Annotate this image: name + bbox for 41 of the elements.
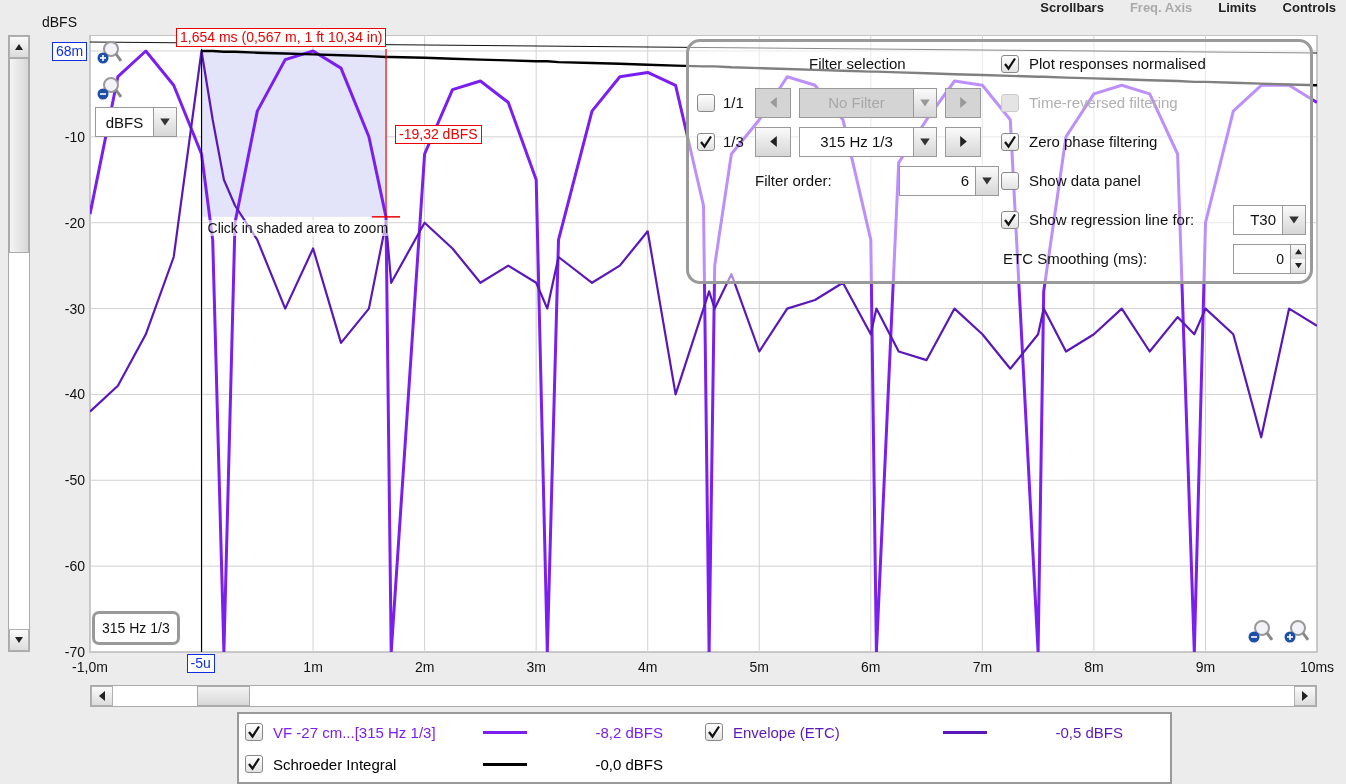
level-readout: -19,32 dBFS xyxy=(395,125,482,145)
cursor-level-readout: 68m xyxy=(52,42,88,62)
option-label: Show data panel xyxy=(1029,172,1141,190)
legend-value: -0,5 dBFS xyxy=(1054,723,1123,741)
axis-tick-label: 3m xyxy=(526,659,546,676)
field-label: Filter order: xyxy=(755,172,832,190)
axis-tick-label: 9m xyxy=(1195,659,1216,676)
legend-value: -8,2 dBFS xyxy=(594,723,663,741)
time-readout: 1,654 ms (0,567 m, 1 ft 10,34 in) xyxy=(176,28,387,48)
cursor-time-readout: -5u xyxy=(186,654,215,674)
axis-tick-label: 7m xyxy=(972,659,993,676)
zoom-hint: Click in shaded area to zoom xyxy=(207,220,389,237)
panel-title: Filter selection xyxy=(809,55,906,73)
legend-label: Schroeder Integral xyxy=(273,755,398,773)
axis-tick-label: 8m xyxy=(1084,659,1104,676)
y-axis-title: dBFS xyxy=(104,112,145,133)
axis-tick-label: -1,0m xyxy=(72,659,108,676)
option-label: Zero phase filtering xyxy=(1029,133,1158,151)
axis-tick-label: -50 xyxy=(64,472,85,489)
band-label: 1/1 xyxy=(723,94,745,112)
legend-value: -0,0 dBFS xyxy=(594,755,663,773)
axis-tick-label: -40 xyxy=(64,386,85,403)
legend-label: VF -27 cm...[315 Hz 1/3] xyxy=(273,723,437,741)
axis-tick-label: -60 xyxy=(64,558,85,575)
axis-tick-label: -70 xyxy=(64,644,85,661)
axis-tick-label: 4m xyxy=(638,659,658,676)
axis-tick-label: -30 xyxy=(64,301,85,317)
option-label: Plot responses normalised xyxy=(1029,55,1206,73)
filter-badge: 315 Hz 1/3 xyxy=(92,611,180,646)
axis-tick-label: 5m xyxy=(749,659,769,676)
band-label: 1/3 xyxy=(723,133,745,151)
axis-tick-label: 1m xyxy=(303,659,323,676)
axis-tick-label: 10ms xyxy=(1299,659,1335,676)
field-label: ETC Smoothing (ms): xyxy=(1003,250,1148,268)
axis-tick-label: 6m xyxy=(861,659,881,676)
axis-tick-label: 2m xyxy=(414,659,435,676)
axis-tick-label: -10 xyxy=(64,129,85,146)
option-label: Show regression line for: xyxy=(1029,211,1195,229)
legend-label: Envelope (ETC) xyxy=(733,723,841,741)
axis-title: dBFS xyxy=(42,14,77,30)
axis-tick-label: -20 xyxy=(64,215,85,232)
